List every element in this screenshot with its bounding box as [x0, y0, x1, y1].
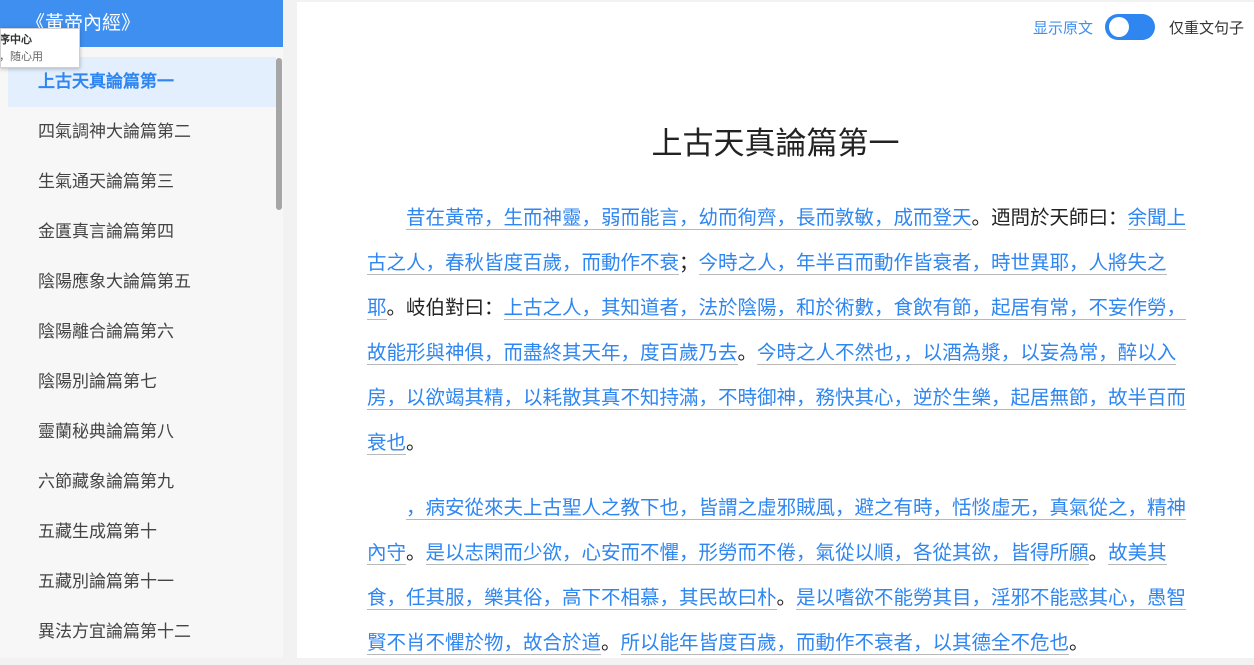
plain-text: 。	[776, 586, 797, 609]
reading-pane: 显示原文 仅重文句子 上古天真論篇第一 昔在黃帝，生而神靈，弱而能言，幼而徇齊，…	[297, 2, 1254, 658]
plain-text: 。迺問於天師曰：	[971, 206, 1128, 229]
plain-text: 。	[601, 631, 621, 654]
chapter-item[interactable]: 陰陽別論篇第七	[8, 357, 276, 407]
plain-text: 。	[1069, 631, 1089, 654]
paragraph-2: ，病安從來夫上古聖人之教下也，皆謂之虛邪賊風，避之有時，恬惔虛无，真氣從之，精神…	[367, 485, 1187, 665]
sidebar: 《黃帝內經》 上古天真論篇第一 四氣調神大論篇第二 生氣通天論篇第三 金匱真言論篇第四…	[0, 0, 283, 658]
chapter-item[interactable]: 五藏生成篇第十	[8, 507, 276, 557]
chapter-item[interactable]: 金匱真言論篇第四	[8, 207, 276, 257]
repeated-sentence[interactable]: 昔在黃帝，生而神靈，弱而能言，幼而徇齊，長而敦敏，成而登天	[406, 206, 972, 230]
toolbar: 显示原文 仅重文句子	[1033, 14, 1244, 40]
plain-text: 。	[1088, 541, 1109, 564]
tooltip-line-2: ，随心用	[0, 50, 43, 63]
repeated-sentence[interactable]: 所以能年皆度百歲，而動作不衰者，以其德全不危也	[620, 631, 1070, 655]
plain-text: 。	[737, 341, 758, 364]
chapter-item[interactable]: 四氣調神大論篇第二	[8, 107, 276, 157]
plain-text: 。	[406, 541, 426, 564]
paragraph-1: 昔在黃帝，生而神靈，弱而能言，幼而徇齊，長而敦敏，成而登天。迺問於天師曰：余聞上…	[367, 195, 1187, 465]
repeated-sentence[interactable]: 是以志閑而少欲，心安而不懼，形勞而不倦，氣從以順，各從其欲，皆得所願	[425, 541, 1089, 565]
chapter-item[interactable]: 生氣通天論篇第三	[8, 157, 276, 207]
plain-text: 。岐伯對曰：	[386, 296, 504, 319]
chapter-list: 上古天真論篇第一 四氣調神大論篇第二 生氣通天論篇第三 金匱真言論篇第四 陰陽應象大論篇…	[8, 57, 276, 657]
chapter-title: 上古天真論篇第一	[651, 126, 900, 162]
toggle-knob	[1108, 17, 1129, 37]
plain-text: ；	[679, 251, 699, 274]
chapter-item[interactable]: 陰陽離合論篇第六	[8, 307, 276, 357]
chapter-item[interactable]: 六節藏象論篇第九	[8, 457, 276, 507]
chapter-item[interactable]: 異法方宜論篇第十二	[8, 607, 276, 657]
show-original-label[interactable]: 显示原文	[1033, 17, 1093, 38]
chapter-item[interactable]: 陰陽應象大論篇第五	[8, 257, 276, 307]
show-original-toggle[interactable]	[1104, 14, 1155, 40]
chapter-item[interactable]: 五藏別論篇第十一	[8, 557, 276, 607]
chapter-item[interactable]: 靈蘭秘典論篇第八	[8, 407, 276, 457]
sidebar-scrollbar[interactable]	[276, 58, 282, 210]
only-repeated-sentences-label[interactable]: 仅重文句子	[1169, 17, 1244, 38]
tooltip-popup: 程序中心 ，随心用	[0, 28, 80, 68]
tooltip-line-1: 程序中心	[0, 33, 32, 46]
plain-text: 。	[406, 431, 426, 454]
